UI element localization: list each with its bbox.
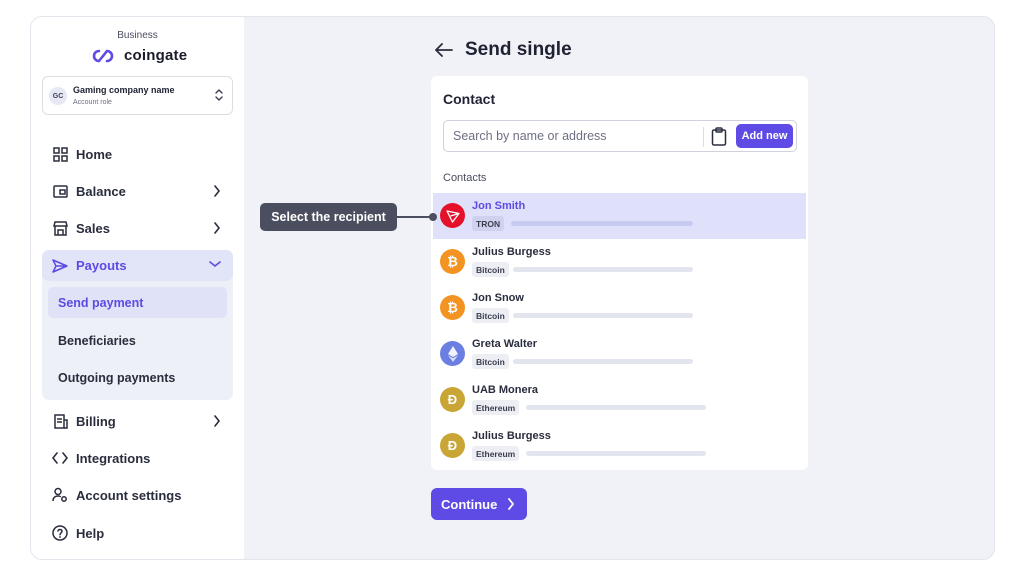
nav-account-settings[interactable]: Account settings <box>42 480 233 510</box>
account-role: Account role <box>73 99 112 106</box>
contact-name: Julius Burgess <box>472 246 551 258</box>
divider <box>703 127 704 147</box>
avatar: GC <box>49 87 67 105</box>
dogecoin-icon: Đ <box>440 433 465 458</box>
subnav-send-payment[interactable]: Send payment <box>48 287 227 318</box>
sidebar: Business coingate GC Gaming company name… <box>31 17 244 559</box>
page-header: Send single <box>435 39 572 61</box>
nav-payouts[interactable]: Payouts <box>42 250 233 281</box>
network-badge: Bitcoin <box>472 262 509 277</box>
contact-name: UAB Monera <box>472 384 539 396</box>
bitcoin-icon: ₿ <box>440 249 465 274</box>
contact-row[interactable]: Jon Smith TRON <box>433 193 806 239</box>
ethereum-icon <box>440 341 465 366</box>
address-placeholder-bar <box>526 451 706 456</box>
nav-payouts-label: Payouts <box>76 258 127 273</box>
nav-billing-label: Billing <box>76 413 116 429</box>
address-placeholder-bar <box>513 313 693 318</box>
add-new-button[interactable]: Add new <box>736 124 793 148</box>
nav-integrations[interactable]: Integrations <box>42 443 233 473</box>
bitcoin-icon: ₿ <box>440 295 465 320</box>
callout-tooltip: Select the recipient <box>260 203 397 231</box>
address-placeholder-bar <box>513 359 693 364</box>
nav-home[interactable]: Home <box>42 139 233 169</box>
account-switcher[interactable]: GC Gaming company name Account role <box>42 76 233 115</box>
nav-balance[interactable]: Balance <box>42 176 233 206</box>
network-badge: Bitcoin <box>472 308 509 323</box>
subnav-outgoing-payments[interactable]: Outgoing payments <box>48 362 227 393</box>
card-title: Contact <box>443 91 496 107</box>
subnav-beneficiaries[interactable]: Beneficiaries <box>48 325 227 356</box>
coingate-logo[interactable]: coingate <box>89 47 187 64</box>
grid-icon <box>52 146 68 162</box>
nav-help[interactable]: Help <box>42 518 233 548</box>
tron-icon <box>440 203 465 228</box>
nav-home-label: Home <box>76 146 113 162</box>
nav-sales[interactable]: Sales <box>42 213 233 243</box>
contact-row[interactable]: Greta Walter Bitcoin <box>433 331 806 377</box>
search-placeholder: Search by name or address <box>453 129 607 143</box>
network-badge: Ethereum <box>472 446 520 461</box>
coingate-logo-icon <box>92 49 114 62</box>
address-placeholder-bar <box>526 405 706 410</box>
back-arrow-icon[interactable] <box>435 43 453 57</box>
nav-billing[interactable]: Billing <box>42 406 233 436</box>
address-placeholder-bar <box>511 221 693 226</box>
callout-connector <box>397 216 431 218</box>
nav-help-label: Help <box>76 525 105 541</box>
payouts-group: Payouts Send payment Beneficiaries Outgo… <box>42 250 233 400</box>
contact-name: Jon Smith <box>472 200 526 212</box>
help-icon <box>52 525 68 541</box>
contact-row[interactable]: Đ Julius Burgess Ethereum <box>433 423 806 469</box>
chevron-right-icon <box>214 185 221 197</box>
callout-dot <box>429 213 437 221</box>
contact-name: Greta Walter <box>472 338 538 350</box>
contacts-label: Contacts <box>443 172 487 184</box>
chevron-right-icon <box>508 498 515 510</box>
chevron-updown-icon <box>215 89 223 101</box>
account-name: Gaming company name <box>73 85 175 95</box>
user-settings-icon <box>52 487 68 503</box>
page-title: Send single <box>465 39 572 60</box>
app-window: Business coingate GC Gaming company name… <box>30 16 995 560</box>
nav-integrations-label: Integrations <box>76 450 151 466</box>
continue-label: Continue <box>441 496 498 512</box>
chevron-down-icon <box>209 261 221 268</box>
search-input[interactable]: Search by name or address Add new <box>443 120 797 152</box>
clipboard-icon[interactable] <box>711 127 727 146</box>
contact-card: Contact Search by name or address Add ne… <box>431 76 808 470</box>
store-icon <box>52 220 68 236</box>
contact-row[interactable]: ₿ Julius Burgess Bitcoin <box>433 239 806 285</box>
dogecoin-icon: Đ <box>440 387 465 412</box>
chevron-right-icon <box>214 415 221 427</box>
receipt-icon <box>52 413 68 429</box>
network-badge: Ethereum <box>472 400 520 415</box>
contact-row[interactable]: Đ UAB Monera Ethereum <box>433 377 806 423</box>
address-placeholder-bar <box>513 267 693 272</box>
brand-caption: Business <box>117 30 158 41</box>
send-icon <box>52 258 68 273</box>
nav-sales-label: Sales <box>76 220 110 236</box>
code-icon <box>52 450 68 466</box>
continue-button[interactable]: Continue <box>431 488 527 520</box>
contact-name: Julius Burgess <box>472 430 551 442</box>
contact-name: Jon Snow <box>472 292 524 304</box>
logo-text: coingate <box>124 47 188 64</box>
network-badge: TRON <box>472 216 505 231</box>
network-badge: Bitcoin <box>472 354 509 369</box>
chevron-right-icon <box>214 222 221 234</box>
wallet-icon <box>52 183 68 199</box>
nav-account-settings-label: Account settings <box>76 487 182 503</box>
nav-balance-label: Balance <box>76 183 126 199</box>
contact-row[interactable]: ₿ Jon Snow Bitcoin <box>433 285 806 331</box>
